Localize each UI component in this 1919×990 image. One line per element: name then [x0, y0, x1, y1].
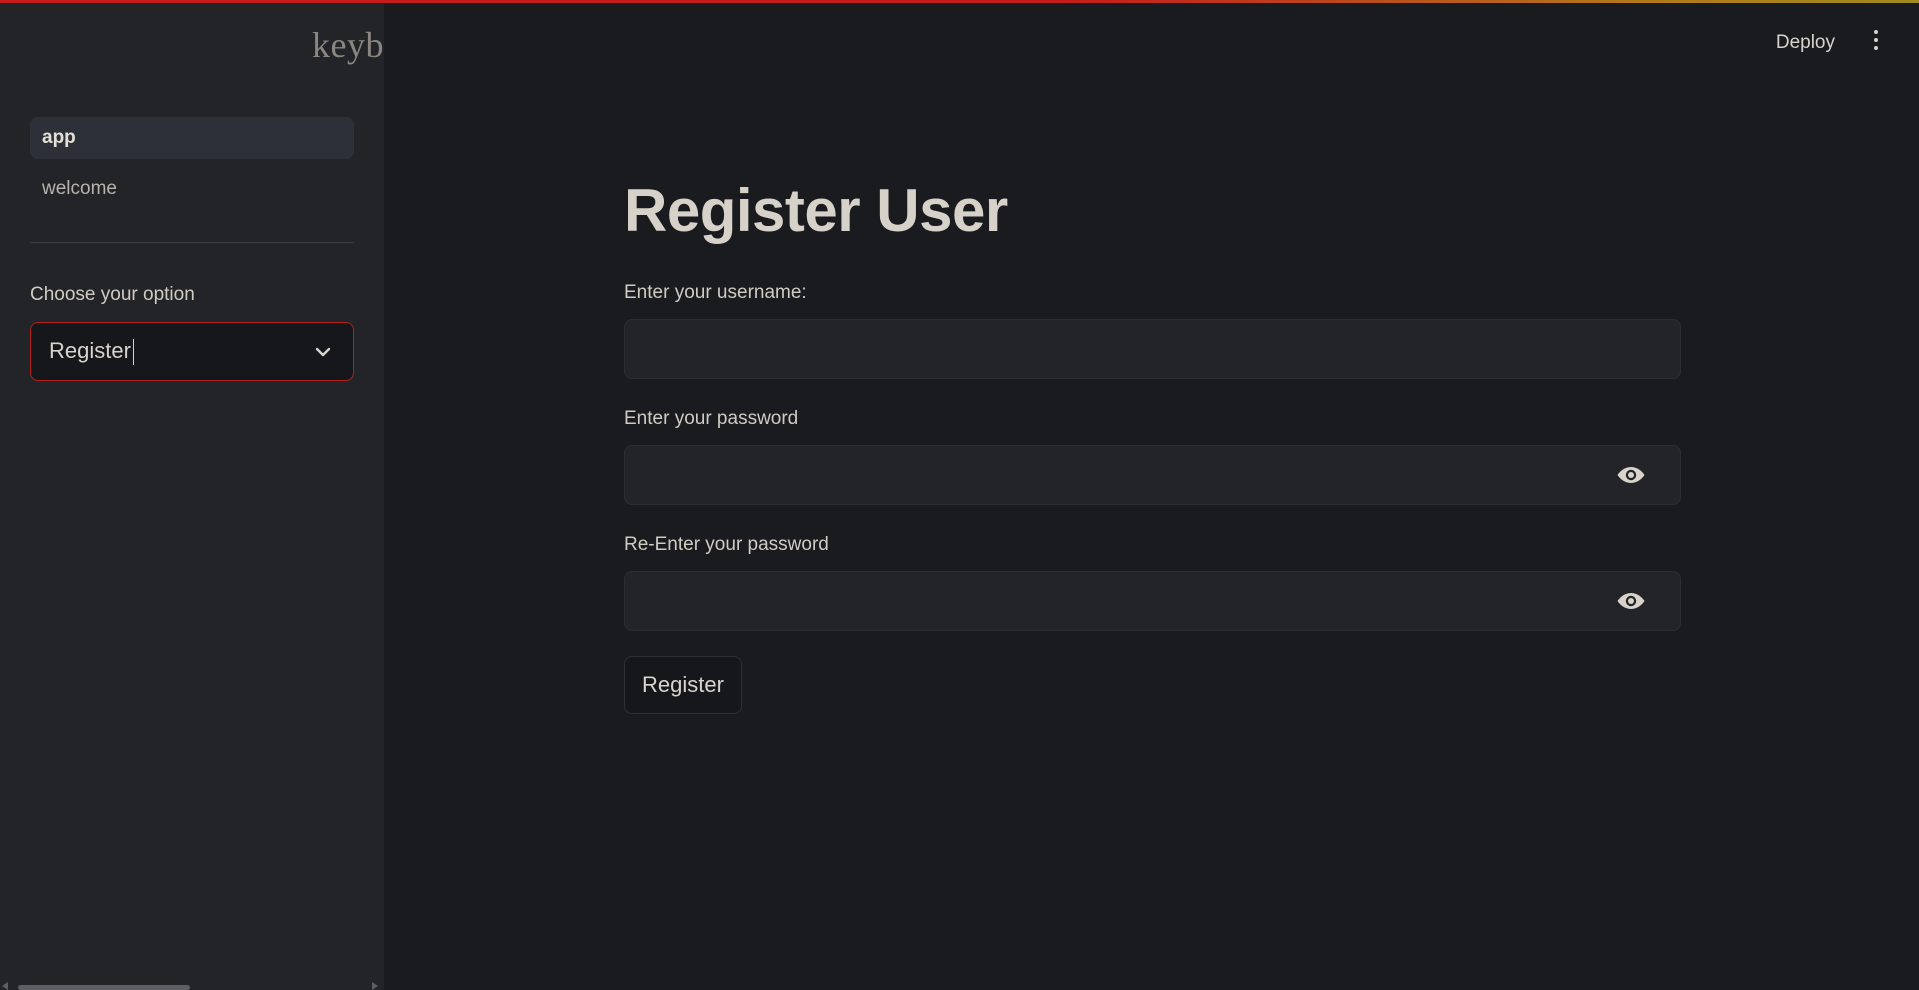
confirm-password-field[interactable] — [624, 571, 1681, 631]
username-label: Enter your username: — [624, 282, 807, 303]
sidebar-logo: keyb — [312, 25, 384, 65]
chevron-down-icon[interactable] — [313, 342, 333, 362]
page-title: Register User — [624, 177, 1008, 244]
top-decoration-bar — [0, 0, 1919, 3]
sidebar-item-welcome[interactable]: welcome — [30, 168, 354, 210]
sidebar-divider — [30, 242, 354, 243]
password-input[interactable] — [625, 446, 1680, 504]
sidebar-horizontal-scrollbar[interactable] — [0, 982, 384, 990]
scrollbar-thumb[interactable] — [18, 985, 190, 990]
eye-icon[interactable] — [1616, 589, 1646, 613]
confirm-password-input[interactable] — [625, 572, 1680, 630]
eye-icon[interactable] — [1616, 463, 1646, 487]
sidebar: keyb app welcome Choose your option Regi… — [0, 0, 384, 990]
username-field[interactable] — [624, 319, 1681, 379]
username-input[interactable] — [625, 320, 1680, 378]
sidebar-item-label: app — [42, 127, 76, 148]
password-field[interactable] — [624, 445, 1681, 505]
confirm-password-label: Re-Enter your password — [624, 534, 829, 555]
scroll-left-icon[interactable] — [2, 982, 8, 990]
scroll-right-icon[interactable] — [372, 982, 378, 990]
deploy-button[interactable]: Deploy — [1776, 32, 1835, 54]
password-label: Enter your password — [624, 408, 799, 429]
text-caret — [132, 339, 135, 366]
sidebar-item-app[interactable]: app — [30, 117, 354, 159]
sidebar-item-label: welcome — [42, 178, 117, 199]
option-select-value: Register — [49, 338, 135, 366]
kebab-menu-icon[interactable] — [1871, 30, 1881, 56]
option-select-label: Choose your option — [30, 284, 195, 305]
option-select[interactable]: Register — [30, 322, 354, 381]
register-button[interactable]: Register — [624, 656, 742, 714]
